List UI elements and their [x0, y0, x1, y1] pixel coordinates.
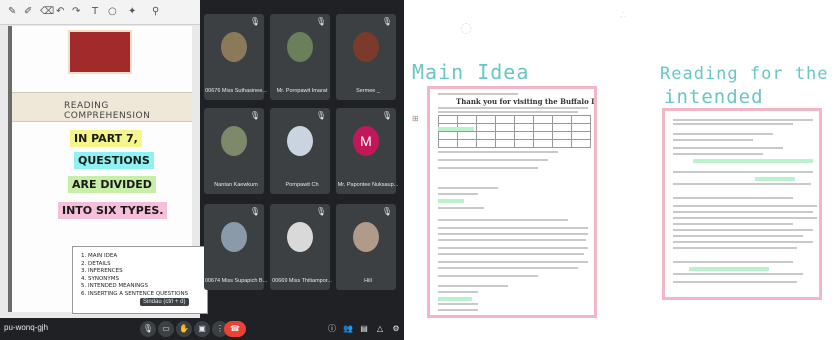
activities-button[interactable]: △ — [372, 321, 388, 337]
present-icon: ▣ — [198, 324, 206, 333]
shared-screen: ✎ ✐ ⌫ ↶ ↷ T ○ ✦ ⚲ READING COMPREHENSION … — [0, 0, 208, 318]
meeting-code: pu-wonq-gjh — [4, 323, 49, 332]
hand-icon: ✋ — [179, 324, 189, 333]
info-icon: ⓘ — [328, 324, 336, 333]
avatar — [221, 126, 247, 156]
participant-name: Sermee _ — [356, 88, 380, 94]
highlight-line-4: INTO SIX TYPES. — [58, 202, 168, 219]
list-item: 2. DETAILS — [81, 260, 111, 267]
mic-muted-icon: 🎙 — [249, 207, 260, 216]
list-item: 3. INFERENCES — [81, 268, 123, 274]
watermark-dots: ∴ — [620, 10, 627, 21]
avatar — [287, 126, 313, 156]
text-icon[interactable]: T — [92, 6, 98, 17]
laser-icon[interactable]: ✦ — [128, 6, 136, 17]
video-call-window: ✎ ✐ ⌫ ↶ ↷ T ○ ✦ ⚲ READING COMPREHENSION … — [0, 0, 404, 340]
worksheet-intended-meaning — [662, 108, 822, 300]
worksheet-heading: Thank you for visiting the Buffalo Inn. — [456, 97, 597, 106]
participant-name: 00674 Miss Supapich B... — [204, 278, 268, 284]
info-button[interactable]: ⓘ — [324, 321, 340, 337]
highlighter-icon[interactable]: ✐ — [24, 6, 32, 17]
hangup-icon: ☎ — [230, 324, 240, 333]
participant-tile[interactable]: 🎙 Mr. Pornpawit Imarat — [270, 14, 330, 100]
slide-page: READING COMPREHENSION IN PART 7, QUESTIO… — [8, 26, 208, 314]
pin-icon[interactable]: ⚲ — [152, 6, 159, 17]
mic-button[interactable]: 🎙 — [140, 321, 156, 337]
slide-band-title: READING COMPREHENSION — [64, 101, 151, 121]
chat-icon: ▤ — [360, 324, 368, 333]
mic-muted-icon: 🎙 — [315, 111, 326, 120]
participant-name: Mr. Pornpawit Imarat — [276, 88, 328, 94]
participant-name: Nantan Kaewkum — [214, 182, 258, 188]
shape-icon[interactable]: ○ — [108, 6, 117, 17]
control-bar: pu-wonq-gjh 🎙 ▭ ✋ ▣ ⋮ ☎ ⓘ 👥 ▤ △ ⚙ — [0, 318, 404, 340]
more-vert-icon: ⋮ — [216, 324, 224, 333]
survey-table — [438, 115, 591, 148]
mic-muted-icon: 🎙 — [381, 111, 392, 120]
mic-icon: 🎙 — [142, 324, 154, 333]
avatar — [221, 222, 247, 252]
avatar — [353, 32, 379, 62]
mic-muted-icon: 🎙 — [315, 207, 326, 216]
participant-tile[interactable]: 🎙 Sermee _ — [336, 14, 396, 100]
main-idea-title: Main Idea — [412, 60, 530, 84]
shapes-icon: △ — [376, 324, 384, 333]
reading-title-line1: Reading for the — [660, 64, 829, 84]
lock-icon: ⚙ — [392, 324, 400, 333]
participant-name: 00676 Miss Suthasinee... — [205, 88, 267, 94]
camera-button[interactable]: ▭ — [158, 321, 174, 337]
list-item: 6. INSERTING A SENTENCE QUESTIONS — [81, 290, 189, 297]
participant-name: Pornpawit Ch — [285, 182, 319, 188]
present-button[interactable]: ▣ — [194, 321, 210, 337]
slide-band: READING COMPREHENSION — [12, 92, 192, 122]
list-item: 1. MAIN IDEA — [81, 253, 118, 259]
leave-call-button[interactable]: ☎ — [224, 321, 246, 337]
people-icon: 👥 — [343, 324, 353, 333]
highlight-line-2: QUESTIONS — [74, 152, 154, 169]
participant-tile[interactable]: 🎙 Nantan Kaewkum — [204, 108, 264, 194]
highlight-line-1: IN PART 7, — [70, 130, 142, 147]
list-item: 4. SYNONYMS — [81, 275, 120, 282]
participant-tile[interactable]: 🎙 00669 Miss Thitiampor... — [270, 204, 332, 290]
participant-tile[interactable]: M 🎙 Mr. Papontee Nuksaup... — [336, 108, 398, 194]
participant-name: Mr. Papontee Nuksaup... — [337, 182, 399, 188]
avatar: M — [353, 126, 379, 156]
participant-name: 00669 Miss Thitiampor... — [272, 278, 332, 284]
avatar — [221, 32, 247, 62]
pen-icon[interactable]: ✎ — [8, 6, 16, 17]
mic-muted-icon: 🎙 — [315, 17, 326, 26]
raise-hand-button[interactable]: ✋ — [176, 321, 192, 337]
chat-button[interactable]: ▤ — [356, 321, 372, 337]
mic-muted-icon: 🎙 — [381, 207, 392, 216]
mic-muted-icon: 🎙 — [381, 17, 392, 26]
avatar — [287, 32, 313, 62]
participant-tile[interactable]: 🎙 00676 Miss Suthasinee... — [204, 14, 267, 100]
participant-tile[interactable]: 🎙 Pornpawit Ch — [270, 108, 330, 194]
participant-name: Hill — [364, 278, 372, 284]
annotation-toolbar: ✎ ✐ ⌫ ↶ ↷ T ○ ✦ ⚲ — [0, 0, 200, 25]
margin-mark: ⊞ — [412, 114, 419, 123]
participant-tile[interactable]: 🎙 00674 Miss Supapich B... — [204, 204, 267, 290]
tooltip: Sindau (ctrl + d) — [140, 298, 189, 306]
list-item: 5. INTENDED MEANINGS — [81, 283, 148, 289]
avatar — [353, 222, 379, 252]
highlight-line-3: ARE DIVIDED — [68, 176, 156, 193]
mic-muted-icon: 🎙 — [249, 17, 260, 26]
undo-icon[interactable]: ↶ — [56, 6, 64, 17]
watermark-shape: ◌ — [460, 20, 473, 36]
eraser-icon[interactable]: ⌫ — [40, 6, 54, 17]
people-button[interactable]: 👥 — [340, 321, 356, 337]
redo-icon[interactable]: ↷ — [72, 6, 80, 17]
host-controls-button[interactable]: ⚙ — [388, 321, 404, 337]
avatar — [287, 222, 313, 252]
worksheet-main-idea: Thank you for visiting the Buffalo Inn. — [427, 86, 597, 318]
mic-muted-icon: 🎙 — [249, 111, 260, 120]
participant-tile[interactable]: 🎙 Hill — [336, 204, 396, 290]
slide-decoration — [68, 30, 132, 74]
camera-icon: ▭ — [162, 324, 170, 333]
